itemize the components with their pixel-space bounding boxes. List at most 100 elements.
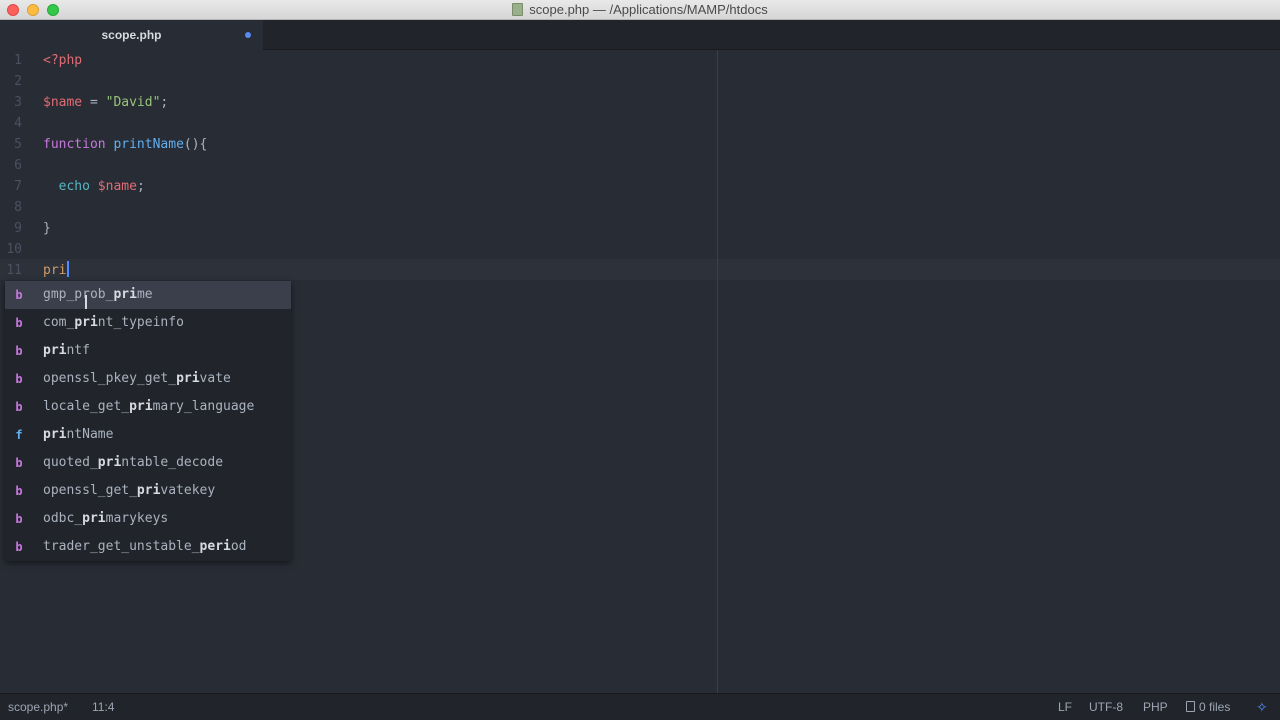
autocomplete-match: pri bbox=[97, 455, 122, 470]
code-token: <?php bbox=[43, 53, 83, 68]
autocomplete-item[interactable]: b locale_get_primary_language bbox=[5, 393, 291, 421]
code-token: printName bbox=[113, 137, 184, 152]
line-number: 4 bbox=[14, 116, 22, 131]
autocomplete-text-part: locale_get_ bbox=[43, 399, 130, 414]
autocomplete-item[interactable]: b quoted_printable_decode bbox=[5, 449, 291, 477]
autocomplete-text: openssl_pkey_get_private bbox=[43, 365, 231, 393]
autocomplete-text-part: marykeys bbox=[105, 511, 169, 526]
status-cursor-position[interactable]: 11:4 bbox=[92, 694, 114, 720]
tab-scope-php[interactable]: scope.php bbox=[0, 20, 263, 50]
autocomplete-text-part: openssl_get_ bbox=[43, 483, 137, 498]
autocomplete-text: gmp_prob_prime bbox=[43, 281, 153, 309]
autocomplete-text-part: com_ bbox=[43, 315, 75, 330]
code-line[interactable]: 2 bbox=[0, 71, 1280, 92]
code-token: "David" bbox=[105, 95, 161, 110]
builtin-type-icon: b bbox=[15, 372, 23, 386]
line-number: 10 bbox=[6, 242, 22, 257]
code-line[interactable]: 10 bbox=[0, 239, 1280, 260]
code-token: function bbox=[43, 137, 106, 152]
code-line[interactable]: 5 function printName(){ bbox=[0, 134, 1280, 155]
window-title-container: scope.php — /Applications/MAMP/htdocs bbox=[0, 2, 1280, 17]
code-token: (){ bbox=[183, 137, 208, 152]
code-line[interactable]: 8 bbox=[0, 197, 1280, 218]
autocomplete-text: com_print_typeinfo bbox=[43, 309, 184, 337]
autocomplete-text-part: od bbox=[230, 539, 247, 554]
autocomplete-text-part: mary_language bbox=[152, 399, 255, 414]
code-text: pri bbox=[43, 260, 70, 281]
line-number: 7 bbox=[14, 179, 22, 194]
code-token: ; bbox=[136, 179, 145, 194]
autocomplete-text-part: trader_get_unstable_ bbox=[43, 539, 200, 554]
window-title: scope.php — /Applications/MAMP/htdocs bbox=[529, 2, 768, 17]
code-token: $name bbox=[97, 179, 137, 194]
autocomplete-text: odbc_primarykeys bbox=[43, 505, 168, 533]
function-type-icon: f bbox=[15, 428, 23, 442]
code-line[interactable]: 6 bbox=[0, 155, 1280, 176]
code-token: $name bbox=[43, 95, 83, 110]
status-bar: scope.php* 11:4 LF UTF-8 PHP 0 files ✧ bbox=[0, 693, 1280, 720]
line-number: 1 bbox=[14, 53, 22, 68]
autocomplete-item[interactable]: b gmp_prob_prime bbox=[5, 281, 291, 309]
autocomplete-text-part: ntf bbox=[66, 343, 90, 358]
line-number: 8 bbox=[14, 200, 22, 215]
autocomplete-text-part: nt_typeinfo bbox=[97, 315, 184, 330]
autocomplete-item[interactable]: f printName bbox=[5, 421, 291, 449]
autocomplete-text: trader_get_unstable_period bbox=[43, 533, 247, 561]
autocomplete-text: quoted_printable_decode bbox=[43, 449, 223, 477]
line-number: 6 bbox=[14, 158, 22, 173]
autocomplete-item[interactable]: b com_print_typeinfo bbox=[5, 309, 291, 337]
builtin-type-icon: b bbox=[15, 316, 23, 330]
code-line[interactable]: 7 echo $name; bbox=[0, 176, 1280, 197]
builtin-type-icon: b bbox=[15, 456, 23, 470]
autocomplete-item[interactable]: b printf bbox=[5, 337, 291, 365]
code-token: pri bbox=[43, 263, 67, 278]
autocomplete-text-part: gmp_prob_ bbox=[43, 287, 114, 302]
code-text: function printName(){ bbox=[43, 134, 207, 155]
code-line[interactable]: 9} bbox=[0, 218, 1280, 239]
autocomplete-match: pri bbox=[43, 427, 67, 442]
autocomplete-match: pri bbox=[176, 371, 200, 386]
builtin-type-icon: b bbox=[15, 540, 23, 554]
code-line[interactable]: 3 $name = "David"; bbox=[0, 92, 1280, 113]
autocomplete-match: pri bbox=[136, 483, 161, 498]
files-icon bbox=[1186, 701, 1195, 712]
status-git-files[interactable]: 0 files bbox=[1186, 694, 1230, 720]
autocomplete-text: printf bbox=[43, 337, 90, 365]
code-line[interactable]: 4 bbox=[0, 113, 1280, 134]
autocomplete-text: printName bbox=[43, 421, 113, 449]
text-cursor bbox=[67, 261, 70, 277]
autocomplete-item[interactable]: b trader_get_unstable_period bbox=[5, 533, 291, 561]
code-token: echo bbox=[58, 179, 90, 194]
line-number: 2 bbox=[14, 74, 22, 89]
autocomplete-item[interactable]: b odbc_primarykeys bbox=[5, 505, 291, 533]
line-number: 9 bbox=[14, 221, 22, 236]
status-encoding[interactable]: UTF-8 bbox=[1089, 694, 1123, 720]
code-line[interactable]: 1 <?php bbox=[0, 50, 1280, 71]
autocomplete-text: locale_get_primary_language bbox=[43, 393, 254, 421]
autocomplete-match: pri bbox=[129, 399, 153, 414]
mouse-pointer-icon bbox=[85, 295, 87, 309]
php-file-icon bbox=[512, 3, 524, 16]
line-number: 5 bbox=[14, 137, 22, 152]
autocomplete-item[interactable]: b openssl_get_privatekey bbox=[5, 477, 291, 505]
builtin-type-icon: b bbox=[15, 484, 23, 498]
builtin-type-icon: b bbox=[15, 512, 23, 526]
status-line-ending[interactable]: LF bbox=[1058, 694, 1072, 720]
squirrel-update-icon[interactable]: ✧ bbox=[1256, 700, 1272, 715]
autocomplete-match: pri bbox=[43, 343, 67, 358]
autocomplete-text-part: vatekey bbox=[160, 483, 216, 498]
autocomplete-match: peri bbox=[199, 539, 231, 554]
line-number: 11 bbox=[6, 263, 22, 278]
autocomplete-text-part: vate bbox=[199, 371, 231, 386]
code-token: ; bbox=[160, 95, 169, 110]
code-text: } bbox=[43, 218, 51, 239]
modified-indicator-icon[interactable] bbox=[245, 32, 251, 38]
line-number: 3 bbox=[14, 95, 22, 110]
autocomplete-item[interactable]: b openssl_pkey_get_private bbox=[5, 365, 291, 393]
code-text: echo $name; bbox=[43, 176, 145, 197]
status-file-name[interactable]: scope.php* bbox=[8, 694, 68, 720]
status-grammar[interactable]: PHP bbox=[1143, 694, 1168, 720]
autocomplete-list: b gmp_prob_prime b com_print_typeinfo b print… bbox=[5, 281, 291, 561]
code-line[interactable]: 11 pri bbox=[0, 260, 1280, 281]
